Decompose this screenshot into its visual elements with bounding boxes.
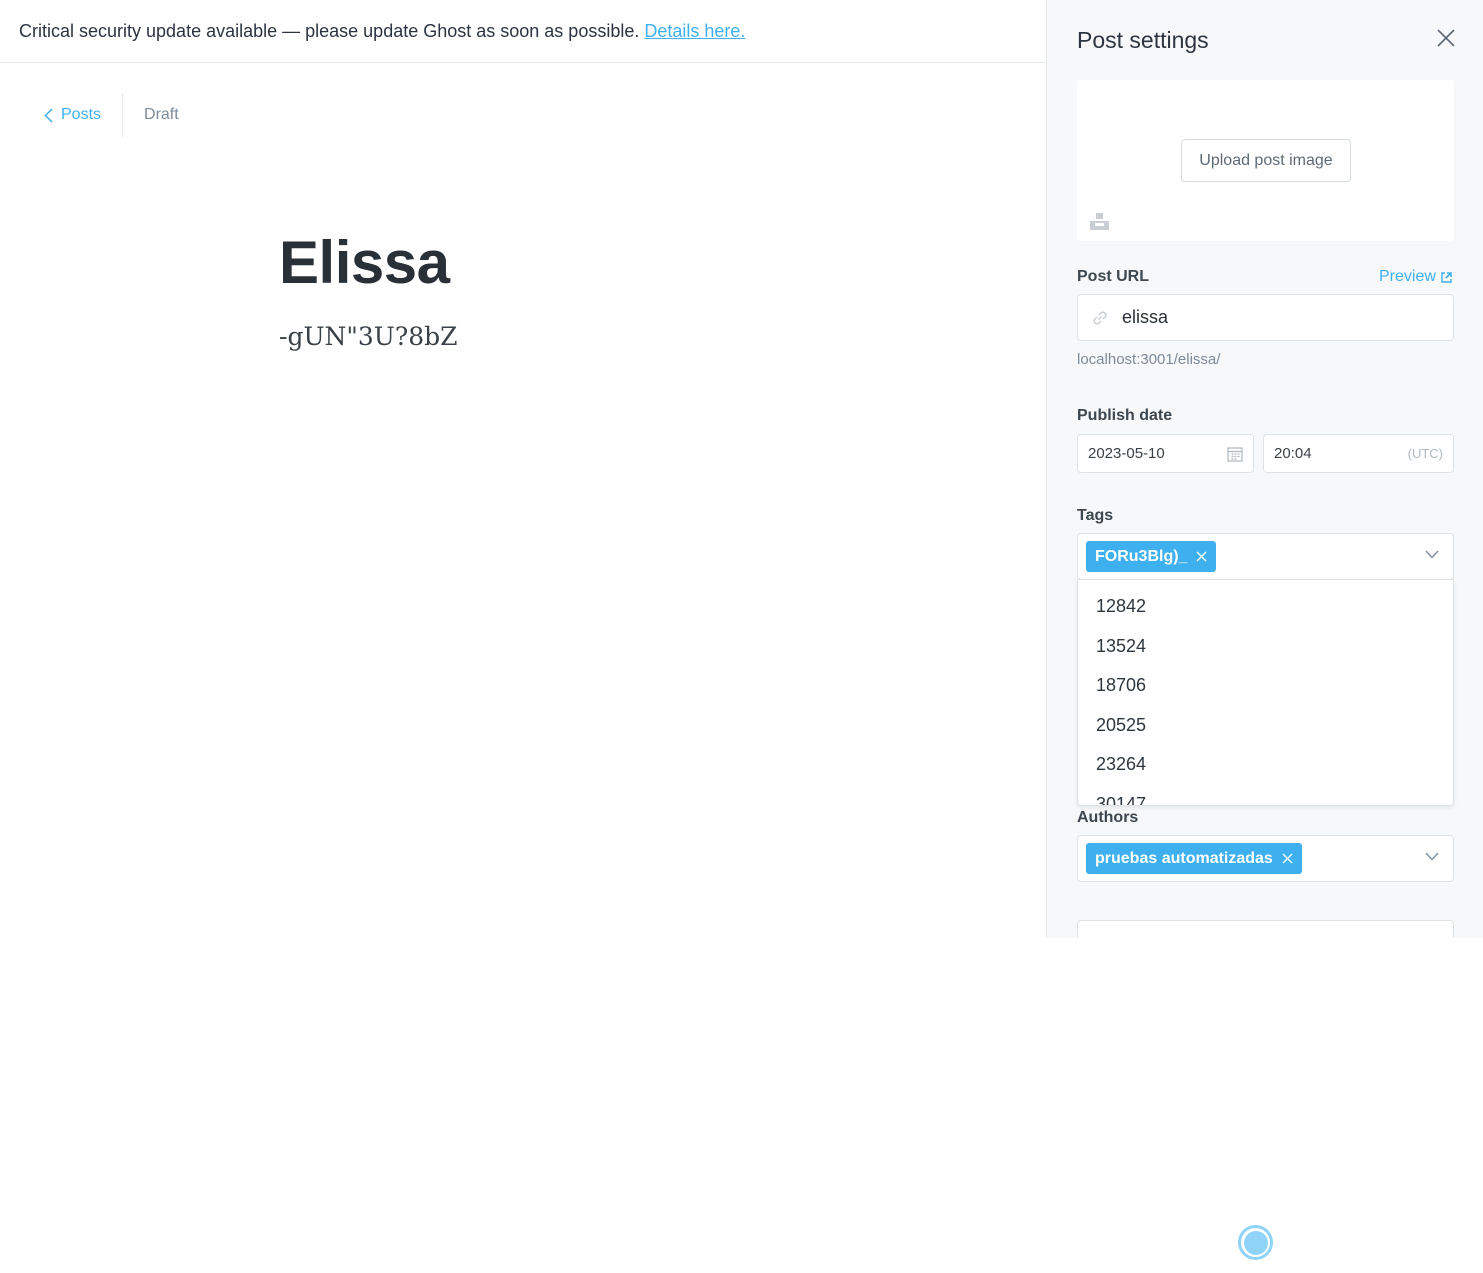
tag-option[interactable]: 18706 bbox=[1078, 666, 1453, 706]
tags-input[interactable]: FORu3Blg)_ bbox=[1077, 533, 1454, 580]
publish-date-label: Publish date bbox=[1077, 407, 1173, 424]
full-url-hint: localhost:3001/elissa/ bbox=[1077, 351, 1221, 368]
image-placeholder-icon bbox=[1090, 213, 1109, 230]
close-icon bbox=[1437, 29, 1455, 47]
post-slug: elissa bbox=[1122, 307, 1169, 327]
tag-option[interactable]: 20525 bbox=[1078, 706, 1453, 746]
remove-tag-icon[interactable] bbox=[1196, 551, 1207, 562]
tag-token-label: FORu3Blg)_ bbox=[1095, 547, 1188, 565]
remove-author-icon[interactable] bbox=[1282, 853, 1293, 864]
calendar-icon[interactable] bbox=[1227, 446, 1243, 462]
authors-input[interactable]: pruebas automatizadas bbox=[1077, 835, 1454, 882]
tag-option[interactable]: 13524 bbox=[1078, 627, 1453, 667]
date-value: 2023-05-10 bbox=[1088, 445, 1165, 462]
timezone-label: (UTC) bbox=[1407, 446, 1443, 461]
banner-message: Critical security update available — ple… bbox=[19, 20, 640, 41]
spinner-dot bbox=[1243, 1230, 1268, 1255]
post-url-label: Post URL bbox=[1077, 268, 1149, 285]
tag-option[interactable]: 30147 bbox=[1078, 785, 1453, 805]
post-body[interactable]: -gUN"3U?8bZ bbox=[279, 322, 458, 351]
loading-spinner bbox=[1238, 1225, 1273, 1260]
chevron-down-icon[interactable] bbox=[1425, 550, 1439, 559]
breadcrumb: Posts Draft bbox=[44, 93, 179, 137]
tags-label: Tags bbox=[1077, 507, 1114, 524]
external-link-icon bbox=[1441, 271, 1452, 283]
preview-label: Preview bbox=[1379, 268, 1436, 285]
panel-title: Post settings bbox=[1077, 27, 1209, 53]
publish-date-input[interactable]: 2023-05-10 bbox=[1077, 434, 1254, 473]
security-banner: Critical security update available — ple… bbox=[0, 0, 1046, 63]
post-status: Draft bbox=[144, 106, 179, 123]
tag-token[interactable]: FORu3Blg)_ bbox=[1086, 541, 1217, 572]
chevron-left-icon bbox=[44, 107, 53, 123]
banner-details-link[interactable]: Details here. bbox=[644, 21, 745, 42]
tag-option[interactable]: 12842 bbox=[1078, 587, 1453, 627]
tags-dropdown[interactable]: 12842 13524 18706 20525 23264 30147 bbox=[1077, 579, 1454, 806]
close-button[interactable] bbox=[1436, 28, 1456, 48]
tag-option[interactable]: 23264 bbox=[1078, 745, 1453, 785]
upload-post-image-button[interactable]: Upload post image bbox=[1181, 139, 1351, 182]
back-label: Posts bbox=[61, 106, 102, 123]
post-title[interactable]: Elissa bbox=[279, 228, 450, 297]
next-setting-field[interactable] bbox=[1077, 920, 1454, 938]
chevron-down-icon[interactable] bbox=[1425, 852, 1439, 861]
post-url-input[interactable]: elissa bbox=[1077, 294, 1454, 341]
publish-time-input[interactable]: 20:04 (UTC) bbox=[1263, 434, 1454, 473]
authors-label: Authors bbox=[1077, 809, 1139, 826]
post-image-dropzone[interactable]: Upload post image bbox=[1077, 80, 1454, 241]
back-to-posts-link[interactable]: Posts bbox=[44, 93, 124, 137]
time-value: 20:04 bbox=[1274, 445, 1312, 462]
author-token-label: pruebas automatizadas bbox=[1095, 849, 1273, 867]
post-settings-panel: Post settings Upload post image Post URL… bbox=[1046, 0, 1483, 938]
author-token[interactable]: pruebas automatizadas bbox=[1086, 843, 1302, 874]
link-icon bbox=[1093, 310, 1107, 325]
preview-link[interactable]: Preview bbox=[1379, 268, 1452, 286]
